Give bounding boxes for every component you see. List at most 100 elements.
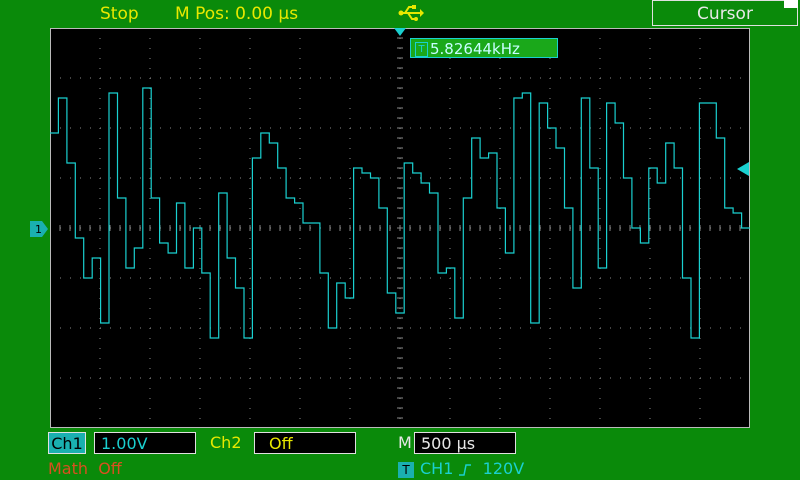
grid-dot	[310, 127, 311, 129]
grid-dot	[449, 408, 451, 409]
grid-dot	[199, 38, 201, 39]
grid-dot	[120, 377, 121, 379]
grid-dot	[440, 327, 441, 329]
grid-dot	[430, 277, 431, 279]
ch1-button[interactable]: Ch1	[48, 432, 86, 454]
grid-dot	[470, 327, 471, 329]
grid-dot	[699, 98, 701, 99]
grid-dot	[150, 277, 151, 279]
waveform-display[interactable]	[50, 28, 750, 428]
ch1-ground-marker[interactable]: 1	[30, 221, 48, 237]
grid-dot	[199, 88, 201, 89]
grid-dot	[280, 77, 281, 79]
grid-dot	[670, 177, 671, 179]
grid-dot	[700, 277, 701, 279]
grid-dot	[290, 277, 291, 279]
grid-dot	[200, 277, 201, 279]
grid-dot	[480, 327, 481, 329]
grid-dot	[740, 77, 741, 79]
grid-dot	[680, 77, 681, 79]
grid-dot	[290, 177, 291, 179]
grid-dot	[340, 377, 341, 379]
grid-dot	[449, 398, 451, 399]
grid-dot	[380, 77, 381, 79]
grid-dot	[600, 177, 601, 179]
grid-dot	[640, 377, 641, 379]
grid-dot	[710, 277, 711, 279]
grid-dot	[649, 318, 651, 319]
grid-dot	[249, 68, 251, 69]
grid-dot	[599, 258, 601, 259]
grid-dot	[199, 188, 201, 189]
grid-dot	[149, 218, 151, 219]
grid-dot	[499, 338, 501, 339]
grid-dot	[80, 127, 81, 129]
grid-dot	[449, 118, 451, 119]
grid-dot	[600, 327, 601, 329]
grid-dot	[249, 418, 251, 419]
grid-dot	[60, 327, 61, 329]
trigger-level: 120V	[482, 459, 525, 478]
timebase-value: 500 µs	[414, 432, 516, 454]
grid-dot	[99, 198, 101, 199]
grid-dot	[449, 138, 451, 139]
grid-dot	[240, 327, 241, 329]
grid-dot	[180, 177, 181, 179]
grid-dot	[99, 138, 101, 139]
grid-dot	[249, 158, 251, 159]
grid-dot	[499, 188, 501, 189]
grid-dot	[199, 298, 201, 299]
grid-dot	[299, 408, 301, 409]
grid-dot	[70, 277, 71, 279]
grid-dot	[249, 218, 251, 219]
grid-dot	[299, 198, 301, 199]
grid-dot	[270, 327, 271, 329]
math-readout[interactable]: Math Off	[48, 459, 122, 478]
grid-dot	[710, 77, 711, 79]
grid-dot	[599, 138, 601, 139]
grid-dot	[99, 218, 101, 219]
grid-dot	[710, 327, 711, 329]
grid-dot	[99, 188, 101, 189]
grid-dot	[299, 388, 301, 389]
trigger-level-marker[interactable]	[737, 162, 749, 176]
grid-dot	[60, 127, 61, 129]
trigger-t-icon: T	[398, 461, 414, 478]
grid-dot	[649, 98, 651, 99]
grid-dot	[499, 358, 501, 359]
grid-dot	[740, 377, 741, 379]
grid-dot	[320, 377, 321, 379]
grid-dot	[290, 327, 291, 329]
grid-dot	[249, 58, 251, 59]
grid-dot	[740, 327, 741, 329]
grid-dot	[350, 177, 351, 179]
grid-dot	[149, 148, 151, 149]
ch2-button[interactable]: Ch2	[210, 433, 242, 452]
grid-dot	[340, 277, 341, 279]
grid-dot	[199, 418, 201, 419]
grid-dot	[580, 77, 581, 79]
grid-dot	[199, 268, 201, 269]
grid-dot	[140, 327, 141, 329]
grid-dot	[640, 327, 641, 329]
grid-dot	[299, 38, 301, 39]
grid-dot	[499, 408, 501, 409]
grid-dot	[549, 398, 551, 399]
grid-dot	[99, 238, 101, 239]
grid-dot	[200, 177, 201, 179]
cursor-menu-button[interactable]: Cursor	[652, 0, 798, 26]
grid-dot	[299, 208, 301, 209]
grid-dot	[449, 348, 451, 349]
grid-dot	[260, 177, 261, 179]
grid-dot	[449, 188, 451, 189]
grid-dot	[650, 377, 651, 379]
grid-dot	[449, 358, 451, 359]
grid-dot	[449, 258, 451, 259]
grid-dot	[349, 348, 351, 349]
grid-dot	[199, 218, 201, 219]
grid-dot	[299, 138, 301, 139]
grid-dot	[280, 177, 281, 179]
grid-dot	[120, 177, 121, 179]
grid-dot	[370, 327, 371, 329]
grid-dot	[499, 398, 501, 399]
